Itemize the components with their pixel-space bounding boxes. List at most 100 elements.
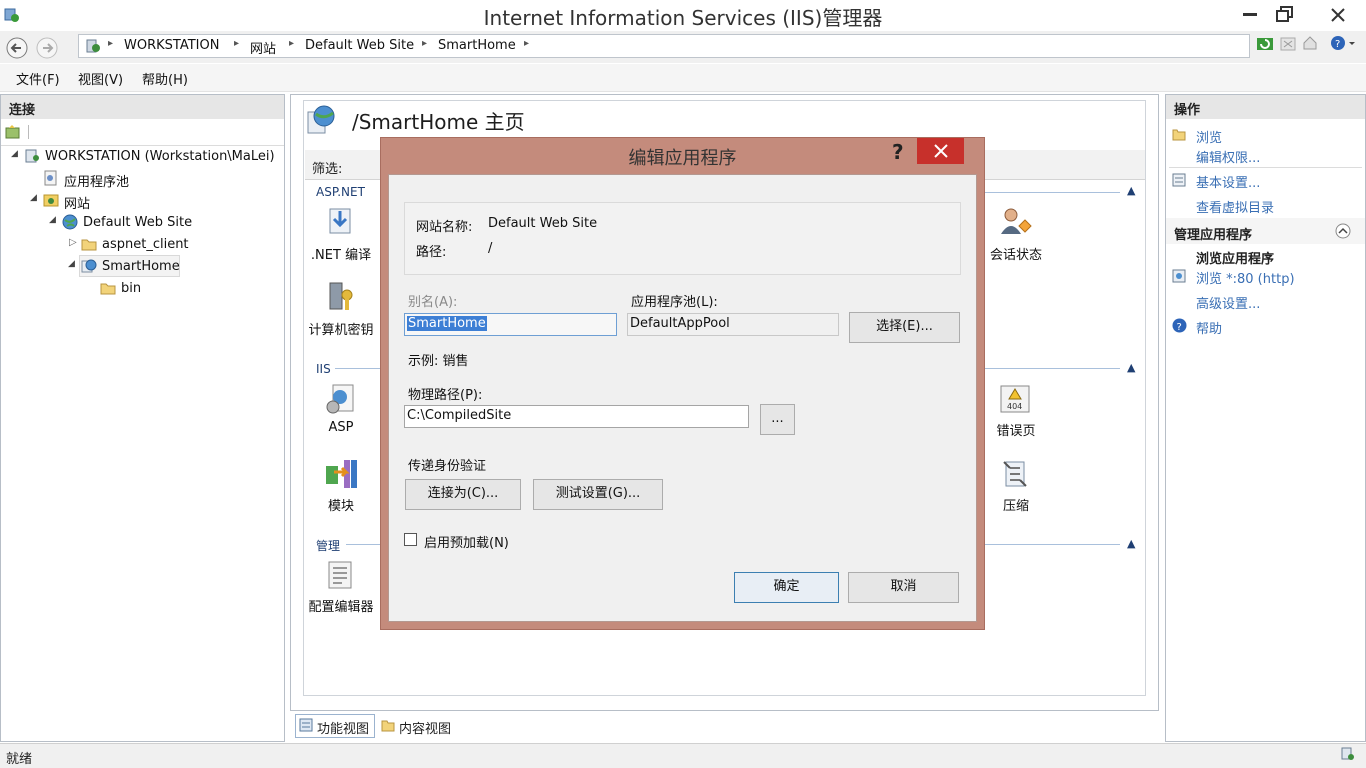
basic-settings-icon	[1172, 173, 1186, 187]
group-iis-label: IIS	[316, 362, 331, 376]
feature-net-compile[interactable]: .NET 编译	[303, 244, 379, 263]
tab-feature-view-label[interactable]: 功能视图	[317, 718, 369, 737]
action-help[interactable]: 帮助	[1196, 318, 1222, 337]
collapse-arrow-icon[interactable]: ◢	[30, 193, 37, 203]
compression-icon	[1003, 461, 1027, 487]
action-advanced-settings[interactable]: 高级设置...	[1196, 293, 1260, 312]
breadcrumb-workstation[interactable]: WORKSTATION	[124, 38, 219, 53]
collapse-group-icon[interactable]: ▲	[1127, 537, 1135, 550]
tree-item-workstation[interactable]: WORKSTATION (Workstation\MaLei)	[45, 149, 275, 164]
menu-file[interactable]: 文件(F)	[16, 69, 60, 88]
actions-header: 操作	[1166, 95, 1365, 119]
expand-arrow-icon[interactable]: ▷	[69, 237, 77, 248]
action-view-virtual-dirs[interactable]: 查看虚拟目录	[1196, 197, 1274, 216]
action-basic-settings[interactable]: 基本设置...	[1196, 172, 1260, 191]
breadcrumb-sites[interactable]: 网站	[250, 38, 276, 57]
close-icon	[1331, 8, 1345, 22]
menu-bar	[0, 64, 1366, 92]
server-node-icon	[25, 149, 39, 163]
feature-asp[interactable]: ASP	[303, 420, 379, 435]
machine-key-icon	[329, 282, 353, 310]
collapse-group-icon[interactable]: ▲	[1127, 361, 1135, 374]
dialog-help-button[interactable]: ?	[892, 140, 904, 164]
forward-icon[interactable]	[36, 37, 58, 59]
help-dropdown-icon[interactable]: ?	[1330, 35, 1356, 51]
chevron-right-icon: ▸	[524, 38, 530, 49]
connect-icon[interactable]	[5, 125, 21, 139]
tree-item-bin[interactable]: bin	[121, 281, 141, 296]
error-pages-icon: 404	[1000, 385, 1030, 413]
actions-divider	[1169, 167, 1362, 168]
network-status-icon	[1341, 747, 1354, 760]
maximize-button[interactable]	[1264, 0, 1308, 30]
connect-as-button[interactable]: 连接为(C)...	[405, 479, 521, 510]
session-state-icon	[1001, 208, 1032, 234]
web-app-icon	[81, 259, 97, 273]
select-app-pool-button[interactable]: 选择(E)...	[849, 312, 960, 343]
dialog-close-button[interactable]	[917, 138, 964, 164]
minimize-icon	[1243, 13, 1257, 16]
feature-compression[interactable]: 压缩	[978, 495, 1054, 514]
browse-app-header: 浏览应用程序	[1196, 252, 1275, 267]
pass-auth-label: 传递身份验证	[408, 459, 487, 474]
preload-label[interactable]: 启用预加载(N)	[424, 532, 509, 551]
site-name-value: Default Web Site	[488, 216, 598, 231]
home-icon[interactable]	[1302, 35, 1318, 51]
feature-error-pages[interactable]: 错误页	[978, 420, 1054, 439]
page-title: /SmartHome 主页	[352, 110, 525, 134]
action-edit-permissions[interactable]: 编辑权限...	[1196, 147, 1260, 166]
group-iis-line	[985, 368, 1120, 369]
path-label: 路径:	[416, 245, 447, 260]
alias-label: 别名(A):	[408, 295, 458, 310]
title-bar: Internet Information Services (IIS)管理器	[0, 0, 1366, 30]
app-pool-label: 应用程序池(L):	[631, 295, 718, 310]
group-manage-line	[985, 544, 1120, 545]
feature-modules[interactable]: 模块	[303, 495, 379, 514]
tree-item-smarthome[interactable]: SmartHome	[102, 259, 180, 274]
action-browse-http[interactable]: 浏览 *:80 (http)	[1196, 268, 1295, 287]
collapse-section-icon[interactable]	[1335, 223, 1351, 239]
collapse-arrow-icon[interactable]: ◢	[49, 215, 56, 225]
feature-machine-key[interactable]: 计算机密钥	[303, 319, 379, 338]
breadcrumb-default-web-site[interactable]: Default Web Site	[305, 38, 414, 53]
feature-view-icon	[299, 718, 313, 732]
preload-checkbox[interactable]	[404, 533, 417, 546]
globe-icon	[62, 214, 78, 230]
tree-item-app-pools[interactable]: 应用程序池	[64, 171, 129, 190]
toolbar-divider	[28, 125, 29, 139]
window-close-button[interactable]	[1310, 0, 1366, 30]
stop-icon[interactable]	[1280, 36, 1296, 52]
site-name-label: 网站名称:	[416, 220, 473, 235]
menu-view[interactable]: 视图(V)	[78, 69, 123, 88]
test-settings-button[interactable]: 测试设置(G)...	[533, 479, 663, 510]
status-bar	[0, 743, 1366, 768]
collapse-group-icon[interactable]: ▲	[1127, 184, 1135, 197]
ok-button[interactable]: 确定	[734, 572, 839, 603]
group-aspnet-label: ASP.NET	[316, 185, 365, 199]
feature-config-editor[interactable]: 配置编辑器	[303, 596, 379, 615]
browse-app-icon	[1172, 269, 1186, 283]
tab-content-view-label[interactable]: 内容视图	[399, 718, 451, 737]
collapse-arrow-icon[interactable]: ◢	[11, 149, 18, 159]
group-manage-line	[346, 544, 380, 545]
refresh-icon[interactable]	[1256, 36, 1274, 52]
physical-path-input[interactable]: C:\CompiledSite	[404, 405, 749, 428]
menu-help[interactable]: 帮助(H)	[142, 69, 188, 88]
actions-pane: 操作	[1165, 94, 1366, 742]
collapse-arrow-icon[interactable]: ◢	[68, 259, 75, 269]
app-pool-icon	[44, 170, 57, 186]
chevron-right-icon: ▸	[108, 38, 114, 49]
group-aspnet-line	[985, 192, 1120, 193]
folder-icon	[81, 239, 97, 251]
tree-item-default-web-site[interactable]: Default Web Site	[83, 215, 192, 230]
cancel-button[interactable]: 取消	[848, 572, 959, 603]
breadcrumb-smarthome[interactable]: SmartHome	[438, 38, 516, 53]
feature-session-state[interactable]: 会话状态	[978, 244, 1054, 263]
back-icon[interactable]	[6, 37, 28, 59]
chevron-right-icon: ▸	[289, 38, 295, 49]
alias-input[interactable]: SmartHome	[404, 313, 617, 336]
browse-path-button[interactable]: ...	[760, 404, 795, 435]
tree-item-sites[interactable]: 网站	[64, 193, 90, 212]
action-browse[interactable]: 浏览	[1196, 127, 1222, 146]
tree-item-aspnet-client[interactable]: aspnet_client	[102, 237, 189, 252]
